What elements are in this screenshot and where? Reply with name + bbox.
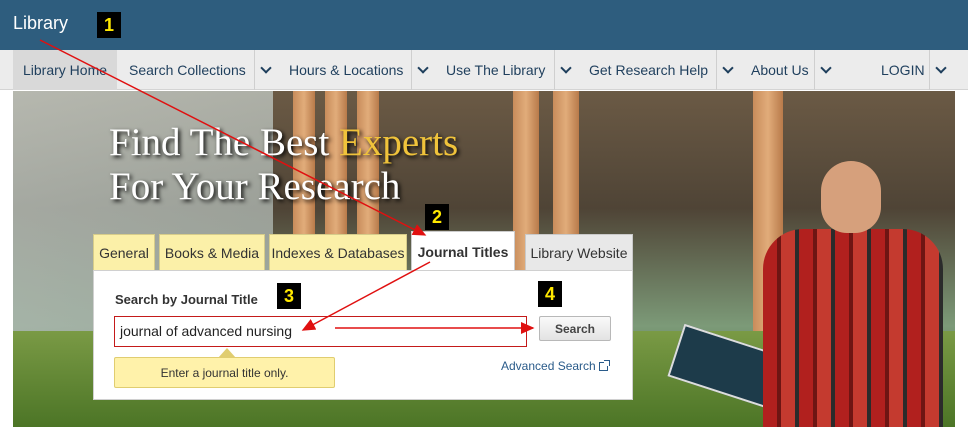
search-hint-tooltip: Enter a journal title only. [114,357,335,388]
search-button[interactable]: Search [539,316,611,341]
hero-banner: Find The Best Experts For Your Research … [13,91,955,427]
chevron-down-icon[interactable] [929,50,951,90]
journal-search-input[interactable]: journal of advanced nursing [114,316,527,347]
search-label: Search by Journal Title [115,292,258,307]
nav-login[interactable]: LOGIN [881,50,925,90]
nav-hours-locations[interactable]: Hours & Locations [289,50,403,90]
person-head [821,161,881,233]
chevron-down-icon[interactable] [716,50,738,90]
tab-library-website[interactable]: Library Website [525,234,633,270]
advanced-search-label: Advanced Search [501,359,596,373]
external-link-icon [598,359,610,371]
chevron-down-icon[interactable] [554,50,576,90]
advanced-search-link[interactable]: Advanced Search [501,359,610,373]
library-brand[interactable]: Library [13,13,68,34]
nav-use-library[interactable]: Use The Library [446,50,545,90]
tab-journal-titles[interactable]: Journal Titles [411,231,515,271]
tab-books-media[interactable]: Books & Media [159,234,265,270]
tab-general[interactable]: General [93,234,155,270]
headline-line2: For Your Research [109,165,401,208]
chevron-down-icon[interactable] [254,50,276,90]
hero-headline: Find The Best Experts For Your Research [109,121,458,209]
headline-text: Find The Best [109,121,340,164]
person-shirt [763,229,943,427]
tab-indexes-databases[interactable]: Indexes & Databases [269,234,407,270]
hero-photo-person [667,151,955,427]
annotation-badge-3: 3 [277,283,301,309]
chevron-down-icon[interactable] [814,50,836,90]
nav-library-home[interactable]: Library Home [13,50,118,90]
nav-about-us[interactable]: About Us [751,50,809,90]
chevron-down-icon[interactable] [411,50,433,90]
annotation-badge-1: 1 [97,12,121,38]
top-bar: Library [0,0,968,50]
nav-research-help[interactable]: Get Research Help [589,50,708,90]
nav-search-collections[interactable]: Search Collections [129,50,246,90]
headline-highlight: Experts [339,121,459,164]
main-nav: Library Home Search Collections Hours & … [0,50,968,90]
annotation-badge-4: 4 [538,281,562,307]
annotation-badge-2: 2 [425,204,449,230]
